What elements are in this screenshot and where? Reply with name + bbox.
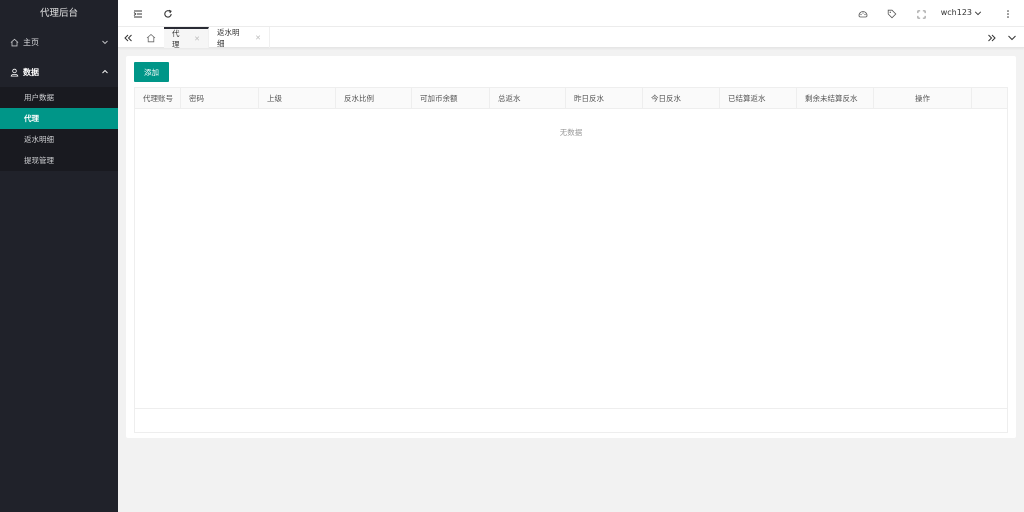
chevron-down-icon xyxy=(101,38,109,46)
tab-agent[interactable]: 代理 ✕ xyxy=(164,27,209,49)
tabs-scroll-left-icon[interactable] xyxy=(118,27,138,48)
theme-icon[interactable] xyxy=(857,8,869,20)
fullscreen-icon[interactable] xyxy=(915,8,927,20)
more-vertical-icon[interactable] xyxy=(1002,8,1014,20)
app-logo: 代理后台 xyxy=(0,0,118,27)
menu-collapse-icon[interactable] xyxy=(132,8,144,20)
sidebar: 代理后台 主页 数据 用户数据 代理 返水明细 提现管理 xyxy=(0,0,118,512)
sidebar-item-withdraw-manage[interactable]: 提现管理 xyxy=(0,150,118,171)
home-tab-icon[interactable] xyxy=(141,27,161,48)
column-header: 已结算返水 xyxy=(720,88,797,109)
sidebar-item-home[interactable]: 主页 xyxy=(0,27,118,57)
tag-icon[interactable] xyxy=(886,8,898,20)
sidebar-item-rebate-detail[interactable]: 返水明细 xyxy=(0,129,118,150)
user-icon xyxy=(9,67,19,77)
tab-label: 代理 xyxy=(172,28,180,49)
tab-rebate-detail[interactable]: 返水明细 ✕ xyxy=(209,27,270,48)
column-header: 剩余未结算反水 xyxy=(797,88,874,109)
tab-label: 返水明细 xyxy=(217,27,240,48)
column-header: 今日反水 xyxy=(643,88,720,109)
column-header: 总返水 xyxy=(490,88,566,109)
tabs-scroll-right-icon[interactable] xyxy=(982,27,1002,48)
column-header: 密码 xyxy=(181,88,259,109)
chevron-down-icon xyxy=(974,9,982,17)
column-header: 上级 xyxy=(259,88,336,109)
table-footer xyxy=(135,408,1007,432)
agent-table: 代理账号 密码 上级 反水比例 可加币余额 总返水 昨日反水 今日反水 已结算返… xyxy=(134,87,1008,433)
refresh-icon[interactable] xyxy=(162,8,174,20)
main-content: 添加 代理账号 密码 上级 反水比例 可加币余额 总返水 昨日反水 今日反水 已… xyxy=(126,56,1016,438)
sidebar-submenu-data: 用户数据 代理 返水明细 提现管理 xyxy=(0,87,118,171)
user-menu[interactable]: wch123 xyxy=(941,8,982,17)
empty-state: 无数据 xyxy=(559,128,583,137)
add-button[interactable]: 添加 xyxy=(134,62,169,82)
close-icon[interactable]: ✕ xyxy=(255,34,261,42)
home-icon xyxy=(9,37,19,47)
sidebar-item-user-data[interactable]: 用户数据 xyxy=(0,87,118,108)
sidebar-item-data[interactable]: 数据 xyxy=(0,57,118,87)
table-header: 代理账号 密码 上级 反水比例 可加币余额 总返水 昨日反水 今日反水 已结算返… xyxy=(135,88,1007,109)
tabs-menu-chevron-down-icon[interactable] xyxy=(1002,27,1022,48)
sidebar-item-label: 主页 xyxy=(23,37,39,47)
sidebar-item-agent[interactable]: 代理 xyxy=(0,108,118,129)
close-icon[interactable]: ✕ xyxy=(194,35,200,43)
tabs-bar: 代理 ✕ 返水明细 ✕ xyxy=(118,27,1024,49)
column-header-spacer xyxy=(972,88,1007,109)
column-header: 可加币余额 xyxy=(412,88,490,109)
column-header: 操作 xyxy=(874,88,972,109)
column-header: 反水比例 xyxy=(336,88,412,109)
column-header: 代理账号 xyxy=(135,88,181,109)
sidebar-item-label: 数据 xyxy=(23,67,39,77)
username-label: wch123 xyxy=(940,8,972,17)
column-header: 昨日反水 xyxy=(566,88,643,109)
top-header: wch123 xyxy=(118,0,1024,27)
chevron-up-icon xyxy=(101,68,109,76)
